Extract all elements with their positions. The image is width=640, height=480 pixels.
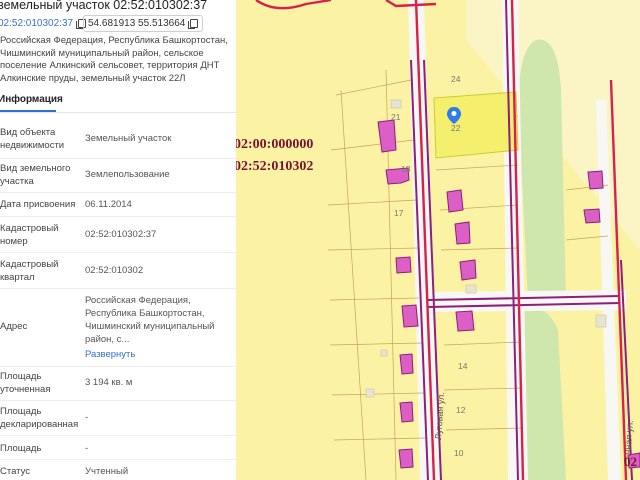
- info-label-line: квартал: [0, 272, 35, 283]
- info-value-line: Учтенный: [85, 466, 129, 477]
- info-label-line: участка: [0, 176, 34, 187]
- parcel-number: 14: [458, 361, 468, 371]
- row-divider: [0, 252, 236, 253]
- info-value: Земельный участок: [85, 132, 231, 145]
- info-value-line: Республика Башкортостан,: [85, 308, 205, 319]
- cadastral-chip-text: 02:52:010302:37: [0, 18, 74, 29]
- info-label-line: Площадь: [0, 443, 42, 454]
- parcel-number: 24: [451, 74, 461, 84]
- tab-information[interactable]: Информация: [0, 94, 63, 105]
- address-line: Чишминский муниципальный район, сельское: [0, 47, 204, 59]
- building[interactable]: [455, 310, 475, 332]
- row-divider: [0, 459, 236, 460]
- info-label: Кадастровый номер: [0, 222, 80, 248]
- info-label-line: Дата присвоения: [0, 199, 76, 210]
- info-label: Вид земельного участка: [0, 162, 80, 188]
- info-label-line: Площадь: [0, 371, 42, 382]
- info-value-line: 02:52:010302:37: [85, 229, 157, 240]
- row-divider: [0, 158, 236, 159]
- info-label: Площадь декларированная: [0, 405, 80, 431]
- info-value: Учтенный: [85, 465, 231, 478]
- info-value: Землепользование: [85, 168, 231, 181]
- info-value-line: -: [85, 412, 89, 423]
- info-value: -: [85, 442, 231, 455]
- expand-address-link[interactable]: Развернуть: [85, 348, 231, 361]
- info-value: 02:52:010302: [85, 264, 231, 277]
- info-label-line: Адрес: [0, 321, 28, 332]
- selected-parcel-22[interactable]: [433, 91, 519, 159]
- info-value: -: [85, 411, 231, 424]
- row-divider: [0, 216, 236, 217]
- info-value-line: Российская Федерация,: [85, 295, 191, 306]
- building[interactable]: [399, 353, 414, 375]
- info-label: Площадь: [0, 442, 80, 455]
- coordinates-chip-text: 54.681913 55.513664: [88, 18, 186, 29]
- parcel-number: 12: [456, 405, 466, 415]
- info-value: Российская Федерация, Республика Башкорт…: [85, 294, 231, 361]
- cadastral-number-chip[interactable]: 02:52:010302:37: [0, 15, 87, 32]
- building[interactable]: [446, 189, 464, 213]
- info-label-line: недвижимости: [0, 140, 65, 151]
- info-label-line: Статус: [0, 466, 31, 477]
- address-line: Алкинские пруды, земельный участок 22Л: [0, 72, 186, 84]
- copy-icon[interactable]: [188, 19, 199, 29]
- building[interactable]: [398, 448, 414, 469]
- info-value: 06.11.2014: [85, 198, 231, 211]
- info-panel: земельный участок 02:52:010302:37 02:52:…: [0, 0, 236, 480]
- info-label: Кадастровый квартал: [0, 258, 80, 284]
- info-label-line: декларированная: [0, 419, 79, 430]
- info-value-line: Земельный участок: [85, 133, 172, 144]
- info-label-line: Вид объекта: [0, 127, 56, 138]
- info-value-line: Землепользование: [85, 169, 170, 180]
- info-value-line: 06.11.2014: [85, 199, 132, 210]
- info-label: Вид объекта недвижимости: [0, 126, 80, 152]
- parcel-number: 22: [451, 123, 461, 133]
- road-cross[interactable]: [424, 290, 626, 312]
- info-label-line: Кадастровый: [0, 259, 59, 270]
- info-label-line: уточненная: [0, 384, 51, 395]
- parcel-number: 18: [401, 164, 411, 174]
- row-divider: [0, 288, 236, 289]
- info-label-line: Кадастровый: [0, 223, 59, 234]
- building[interactable]: [454, 221, 471, 245]
- info-label-line: Площадь: [0, 406, 42, 417]
- object-address: Российская Федерация, Республика Башкорт…: [0, 35, 232, 85]
- info-value-line: 02:52:010302: [85, 265, 144, 276]
- building[interactable]: [395, 256, 412, 274]
- row-divider: [0, 435, 236, 436]
- building[interactable]: [399, 401, 414, 423]
- tab-divider: [0, 112, 236, 113]
- row-divider: [0, 400, 236, 401]
- building[interactable]: [401, 304, 419, 328]
- panel-title: земельный участок 02:52:010302:37: [0, 0, 208, 12]
- info-value-line: 3 194 кв. м: [85, 377, 133, 388]
- parcel-number: 17: [394, 208, 404, 218]
- building[interactable]: [587, 170, 604, 190]
- cadastral-map[interactable]: 24 21 22 18 17 14 12 10 02:00:000000 02:…: [236, 0, 640, 480]
- map-label-quarter: 02:52:010302: [236, 159, 313, 174]
- info-label: Адрес: [0, 320, 80, 333]
- info-value-line: -: [85, 443, 89, 454]
- parcel-number: 10: [454, 448, 464, 458]
- row-divider: [0, 366, 236, 367]
- row-divider: [0, 192, 236, 193]
- parcel-number: 21: [391, 112, 401, 122]
- coordinates-chip[interactable]: 54.681913 55.513664: [83, 15, 204, 32]
- info-label: Статус: [0, 465, 80, 478]
- info-label-line: Вид земельного: [0, 163, 71, 174]
- building[interactable]: [459, 259, 477, 281]
- info-label: Площадь уточненная: [0, 370, 80, 396]
- info-value: 3 194 кв. м: [85, 376, 231, 389]
- address-line: Российская Федерация, Республика Башкорт…: [0, 35, 228, 46]
- building[interactable]: [583, 208, 601, 224]
- map-canvas[interactable]: 24 21 22 18 17 14 12 10 02:00:000000 02:…: [236, 0, 640, 480]
- map-label-root: 02:00:000000: [236, 137, 313, 152]
- address-line: поселение Алкинский сельсовет, территори…: [0, 60, 220, 71]
- info-value-line: Чишминский муниципальный: [85, 321, 215, 332]
- info-value-line: район, с...: [85, 334, 130, 345]
- info-value: 02:52:010302:37: [85, 228, 231, 241]
- info-label: Дата присвоения: [0, 198, 80, 211]
- info-label-line: номер: [0, 236, 28, 247]
